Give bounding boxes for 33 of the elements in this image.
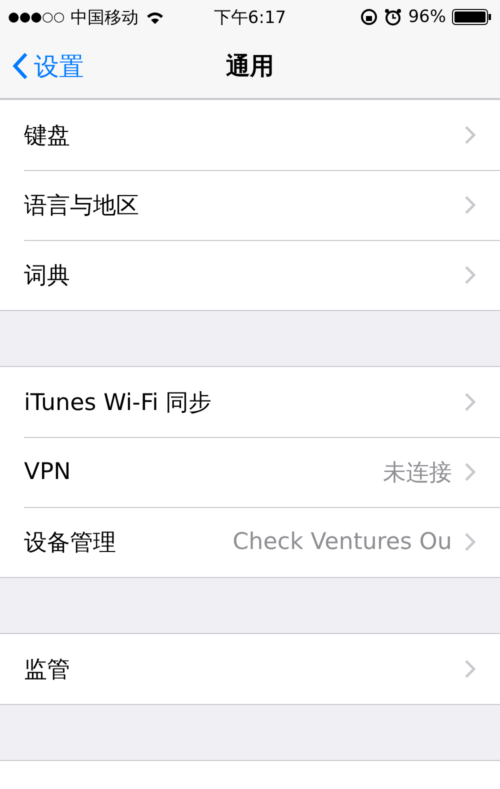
row-label: VPN (24, 459, 72, 485)
carrier-name: 中国移动 (70, 6, 139, 28)
clock-time: 下午6:17 (214, 6, 286, 28)
back-button[interactable]: 设置 (0, 50, 84, 82)
row-label: 监管 (24, 656, 71, 684)
chevron-icon (464, 195, 476, 215)
chevron-icon (464, 265, 476, 285)
signal-dots: ●●●○○ (8, 10, 65, 24)
battery-icon (452, 9, 492, 25)
row-label: 键盘 (24, 122, 71, 150)
settings-row[interactable]: 监管 (0, 634, 500, 704)
chevron-icon (464, 462, 476, 482)
row-label: 词典 (24, 262, 71, 290)
battery-percent: 96% (408, 7, 446, 27)
chevron-icon (464, 532, 476, 552)
settings-row[interactable]: 设备管理 Check Ventures Ou (0, 507, 500, 577)
settings-row[interactable]: 语言与地区 (0, 170, 500, 240)
settings-row[interactable]: VPN 未连接 (0, 437, 500, 507)
settings-row[interactable]: 键盘 (0, 100, 500, 170)
rotation-lock-icon (360, 8, 378, 26)
row-label: 语言与地区 (24, 192, 140, 220)
settings-row[interactable]: iTunes Wi-Fi 同步 (0, 367, 500, 437)
alarm-clock-icon (384, 8, 402, 26)
chevron-icon (464, 392, 476, 412)
row-label: iTunes Wi-Fi 同步 (24, 388, 213, 418)
settings-row[interactable]: 词典 (0, 240, 500, 310)
chevron-icon (464, 125, 476, 145)
row-value: 未连接 (383, 458, 452, 488)
chevron-icon (464, 659, 476, 679)
row-label: 设备管理 (24, 528, 117, 558)
page-title: 通用 (226, 51, 274, 82)
row-value: Check Ventures Ou (232, 529, 452, 555)
back-chevron-icon (12, 52, 28, 80)
